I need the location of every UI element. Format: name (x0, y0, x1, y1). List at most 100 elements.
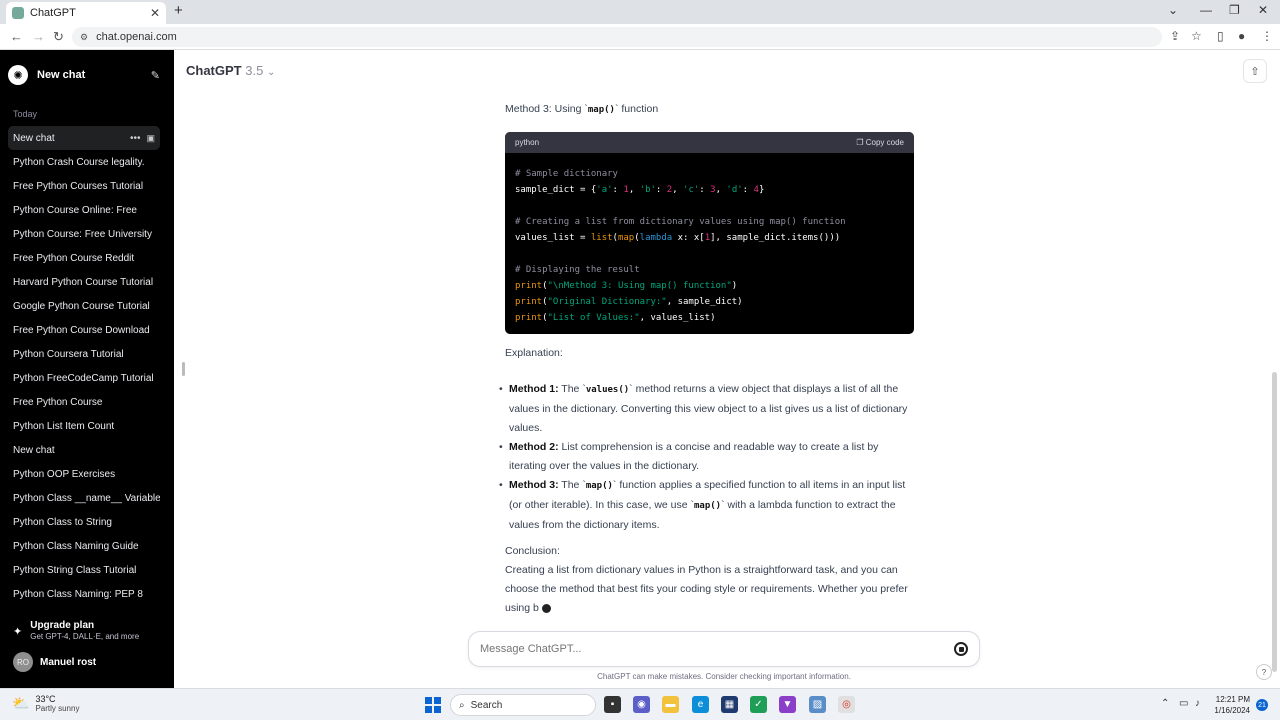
chat-history-item[interactable]: Python Course: Free University (8, 222, 160, 246)
close-window-icon[interactable]: ✕ (1258, 3, 1268, 17)
notification-badge[interactable]: 21 (1256, 699, 1268, 711)
chat-title: Free Python Course Reddit (13, 252, 135, 264)
side-panel-icon[interactable]: ▯ (1217, 29, 1224, 43)
method3-suffix: ` function (614, 103, 659, 115)
chat-history-item[interactable]: Free Python Course (8, 390, 160, 414)
windows-start-icon[interactable] (425, 697, 441, 713)
chat-title: Python Coursera Tutorial (13, 348, 124, 360)
browser-toolbar: ← → ↻ ⚙ chat.openai.com ⇪ ☆ ▯ ● ⋮ (0, 24, 1280, 50)
chat-history-item[interactable]: New chat (8, 438, 160, 462)
clock-time: 12:21 PM (1215, 695, 1250, 704)
sparkle-icon: ✦ (13, 626, 23, 638)
chat-history-item[interactable]: Python Class to String (8, 510, 160, 534)
chat-title: Python Class to String (13, 516, 112, 528)
edit-pencil-icon[interactable]: ✎ (151, 69, 160, 82)
chevron-up-icon[interactable]: ⌃ (1161, 698, 1169, 709)
help-button[interactable]: ? (1256, 664, 1272, 680)
chat-history-item[interactable]: Free Python Courses Tutorial (8, 174, 160, 198)
address-bar[interactable]: ⚙ chat.openai.com (72, 27, 1162, 47)
list-item: Method 1: The `values()` method returns … (499, 380, 915, 438)
weather-desc: Partly sunny (35, 704, 80, 713)
sidebar-toggle-handle[interactable] (182, 362, 185, 376)
back-arrow-icon[interactable]: ← (10, 29, 23, 44)
edge-browser-icon[interactable]: e (692, 696, 709, 713)
weather-temp: 33°C (35, 694, 56, 704)
chat-history-item[interactable]: Python Class Naming Guide (8, 534, 160, 558)
disclaimer-text: ChatGPT can make mistakes. Consider chec… (597, 672, 851, 681)
upgrade-subtitle: Get GPT-4, DALL·E, and more (30, 632, 140, 641)
share-chat-button[interactable]: ⇧ (1243, 59, 1267, 83)
chat-history-item[interactable]: Python FreeCodeCamp Tutorial (8, 366, 160, 390)
tab-close-icon[interactable]: ✕ (150, 6, 160, 20)
profile-icon[interactable]: ● (1238, 29, 1245, 43)
search-icon: ⌕ (459, 699, 465, 711)
chat-title: Python OOP Exercises (13, 468, 116, 480)
chat-history-item[interactable]: Harvard Python Course Tutorial (8, 270, 160, 294)
chevron-down-icon: ⌄ (266, 67, 276, 78)
copy-code-label: Copy code (865, 138, 904, 147)
taskbar-search[interactable]: ⌕ Search (450, 694, 596, 716)
stop-generating-button[interactable] (954, 642, 968, 656)
excel-app-icon[interactable]: ✓ (750, 696, 767, 713)
chat-history-item[interactable]: Free Python Course Download (8, 318, 160, 342)
chat-history-item[interactable]: Google Python Course Tutorial (8, 294, 160, 318)
browser-menu-icon[interactable]: ⋮ (1261, 29, 1273, 43)
openai-logo-icon: ✺ (8, 65, 28, 85)
message-input[interactable] (480, 643, 920, 655)
maximize-icon[interactable]: ❐ (1229, 3, 1240, 17)
weather-widget[interactable]: ⛅ 33°C Partly sunny (12, 694, 79, 713)
archive-icon[interactable]: ▣ (146, 133, 155, 144)
task-view-icon[interactable]: ▪ (604, 696, 621, 713)
tab-search-chevron-icon[interactable]: ⌄ (1168, 3, 1178, 17)
new-tab-plus-icon[interactable]: + (174, 2, 183, 19)
store-icon[interactable]: ▦ (721, 696, 738, 713)
system-clock[interactable]: 12:21 PM 1/16/2024 (1212, 694, 1250, 716)
photos-app-icon[interactable]: ▨ (809, 696, 826, 713)
browser-tab-bar: ChatGPT ✕ + ⌄ — ❐ ✕ (0, 0, 1280, 24)
method3-heading: Method 3: Using `map()` function (505, 100, 915, 120)
user-menu-button[interactable]: RO Manuel rost (13, 652, 96, 672)
bullet-title: Method 1: (509, 383, 559, 395)
bookmark-star-icon[interactable]: ☆ (1191, 29, 1202, 43)
chat-history-item[interactable]: Python Class Naming: PEP 8 (8, 582, 160, 606)
chat-history-item[interactable]: Python List Item Count (8, 414, 160, 438)
chat-title: Python List Item Count (13, 420, 115, 432)
chat-title: Python FreeCodeCamp Tutorial (13, 372, 154, 384)
upgrade-plan-button[interactable]: ✦ Upgrade plan Get GPT-4, DALL·E, and mo… (13, 620, 163, 641)
chat-history-item[interactable]: Python Class __name__ Variable (8, 486, 160, 510)
conclusion-section: Conclusion: Creating a list from diction… (505, 542, 915, 618)
list-item: Method 3: The `map()` function applies a… (499, 476, 915, 535)
forward-arrow-icon[interactable]: → (32, 29, 45, 44)
chat-history-item[interactable]: Python OOP Exercises (8, 462, 160, 486)
conclusion-body: Creating a list from dictionary values i… (505, 564, 908, 614)
chat-history-item[interactable]: Python Course Online: Free (8, 198, 160, 222)
chat-history-item[interactable]: Python Coursera Tutorial (8, 342, 160, 366)
chat-title: New chat (13, 132, 55, 144)
model-selector[interactable]: ChatGPT 3.5 ⌄ (186, 63, 275, 78)
chat-history-item[interactable]: New chat ••• ▣ (8, 126, 160, 150)
chat-history-item[interactable]: Free Python Course Reddit (8, 246, 160, 270)
chat-app-icon[interactable]: ◉ (633, 696, 650, 713)
chrome-browser-icon[interactable]: ◎ (838, 696, 855, 713)
avatar: RO (13, 652, 33, 672)
site-info-icon[interactable]: ⚙ (80, 32, 88, 43)
vpn-app-icon[interactable]: ▼ (779, 696, 796, 713)
inline-code: map() (585, 481, 613, 491)
volume-icon[interactable]: ♪ (1195, 698, 1200, 709)
typing-cursor-icon (541, 603, 551, 613)
share-page-icon[interactable]: ⇪ (1170, 29, 1180, 43)
scrollbar[interactable] (1272, 372, 1277, 672)
sidebar: ✺ New chat ✎ Today New chat ••• ▣ Python… (0, 50, 174, 688)
chat-history-item[interactable]: Python Crash Course legality. (8, 150, 160, 174)
minimize-icon[interactable]: — (1200, 3, 1212, 17)
new-chat-button[interactable]: ✺ New chat ✎ (8, 64, 160, 86)
network-icon[interactable]: ▭ (1179, 698, 1188, 709)
browser-tab[interactable]: ChatGPT ✕ (6, 2, 166, 24)
chat-history-item[interactable]: Python String Class Tutorial (8, 558, 160, 582)
more-options-icon[interactable]: ••• (130, 133, 141, 144)
reload-icon[interactable]: ↻ (53, 29, 64, 45)
copy-code-button[interactable]: ❐ Copy code (856, 138, 904, 147)
file-explorer-icon[interactable]: ▬ (662, 696, 679, 713)
chat-title: Python String Class Tutorial (13, 564, 137, 576)
model-version: 3.5 (245, 63, 264, 78)
